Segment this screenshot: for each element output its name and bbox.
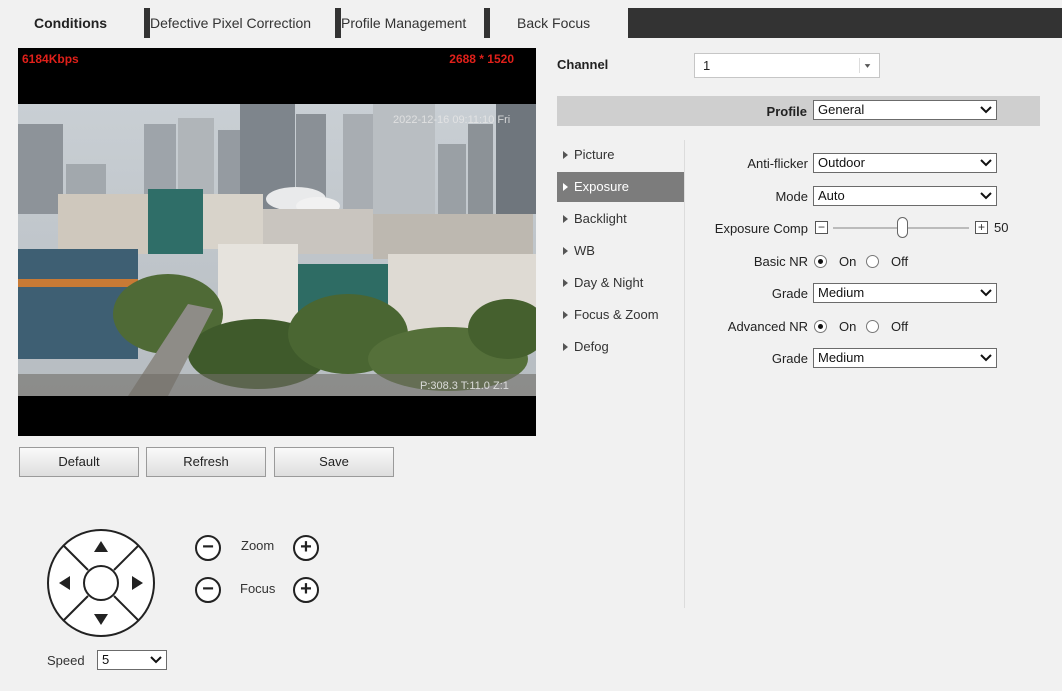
- basic-nr-label: Basic NR: [753, 254, 808, 269]
- menu-item-label: Exposure: [574, 179, 629, 194]
- exposure-comp-slider-thumb[interactable]: [897, 217, 908, 238]
- basic-nr-grade-value: Medium: [818, 285, 865, 300]
- default-button[interactable]: Default: [19, 447, 139, 477]
- chevron-down-icon: [150, 656, 162, 664]
- refresh-button[interactable]: Refresh: [146, 447, 266, 477]
- channel-select-value: 1: [703, 58, 711, 73]
- plus-icon: +: [300, 578, 312, 600]
- zoom-in-button[interactable]: +: [293, 535, 319, 561]
- basic-nr-on-label: On: [839, 254, 857, 269]
- bitrate-overlay: 6184Kbps: [22, 52, 79, 66]
- menu-item-label: Backlight: [574, 211, 627, 226]
- advanced-nr-grade-select[interactable]: Medium: [813, 348, 997, 368]
- timestamp-overlay: 2022-12-16 09:11:10 Fri: [393, 114, 511, 126]
- mode-label: Mode: [775, 189, 808, 204]
- caret-right-icon: [563, 151, 568, 159]
- camera-scene-image: [18, 104, 536, 396]
- speed-select-value: 5: [102, 652, 110, 667]
- menu-item-exposure[interactable]: Exposure: [557, 172, 684, 202]
- grade-label: Grade: [771, 351, 808, 366]
- ptz-direction-pad[interactable]: [46, 528, 156, 638]
- tab-defective-pixel-correction[interactable]: Defective Pixel Correction: [150, 8, 312, 38]
- grade-label: Grade: [771, 286, 808, 301]
- menu-item-defog[interactable]: Defog: [557, 332, 684, 362]
- caret-right-icon: [563, 343, 568, 351]
- advanced-nr-label: Advanced NR: [727, 319, 808, 334]
- profile-label: Profile: [766, 104, 807, 119]
- channel-select[interactable]: 1: [694, 53, 880, 78]
- basic-nr-off-label: Off: [891, 254, 909, 269]
- basic-nr-grade-select[interactable]: Medium: [813, 283, 997, 303]
- anti-flicker-value: Outdoor: [818, 155, 865, 170]
- exposure-comp-minus-button[interactable]: −: [815, 221, 828, 234]
- anti-flicker-label: Anti-flicker: [747, 156, 808, 171]
- tab-bar-filler: [628, 8, 1062, 38]
- exposure-comp-plus-button[interactable]: +: [975, 221, 988, 234]
- menu-item-picture[interactable]: Picture: [557, 140, 684, 170]
- tab-back-focus[interactable]: Back Focus: [490, 8, 628, 38]
- zoom-label: Zoom: [241, 538, 275, 553]
- plus-icon: +: [300, 536, 312, 558]
- focus-far-button[interactable]: +: [293, 577, 319, 603]
- video-preview[interactable]: 6184Kbps 2688 * 1520 2022-12-16 09:11:10…: [18, 48, 536, 436]
- menu-item-label: Picture: [574, 147, 615, 162]
- exposure-comp-value: 50: [994, 220, 1009, 235]
- advanced-nr-on-radio[interactable]: [814, 320, 827, 333]
- mode-select[interactable]: Auto: [813, 186, 997, 206]
- tab-bar: Conditions Defective Pixel Correction Pr…: [0, 0, 1062, 38]
- menu-item-backlight[interactable]: Backlight: [557, 204, 684, 234]
- menu-item-focus-zoom[interactable]: Focus & Zoom: [557, 300, 684, 330]
- ptz-readout-overlay: P:308.3 T:11.0 Z:1: [420, 380, 509, 392]
- caret-right-icon: [563, 183, 568, 191]
- minus-icon: −: [202, 578, 214, 600]
- chevron-down-icon: [980, 289, 992, 297]
- profile-select[interactable]: General: [813, 100, 997, 120]
- basic-nr-on-radio[interactable]: [814, 255, 827, 268]
- chevron-down-icon: [980, 192, 992, 200]
- advanced-nr-off-radio[interactable]: [866, 320, 879, 333]
- menu-item-day-night[interactable]: Day & Night: [557, 268, 684, 298]
- chevron-down-icon: [980, 354, 992, 362]
- advanced-nr-on-label: On: [839, 319, 857, 334]
- speed-select[interactable]: 5: [97, 650, 167, 670]
- menu-item-label: Defog: [574, 339, 609, 354]
- mode-value: Auto: [818, 188, 845, 203]
- caret-right-icon: [563, 215, 568, 223]
- menu-item-wb[interactable]: WB: [557, 236, 684, 266]
- chevron-down-icon: [980, 159, 992, 167]
- advanced-nr-grade-value: Medium: [818, 350, 865, 365]
- speed-label: Speed: [47, 653, 85, 668]
- menu-item-label: WB: [574, 243, 595, 258]
- anti-flicker-select[interactable]: Outdoor: [813, 153, 997, 173]
- caret-right-icon: [563, 247, 568, 255]
- zoom-out-button[interactable]: −: [195, 535, 221, 561]
- caret-down-icon: [859, 58, 871, 73]
- resolution-overlay: 2688 * 1520: [449, 52, 514, 66]
- menu-item-label: Focus & Zoom: [574, 307, 659, 322]
- focus-label: Focus: [240, 581, 276, 596]
- tab-profile-management[interactable]: Profile Management: [341, 8, 467, 38]
- menu-divider: [684, 140, 685, 608]
- minus-icon: −: [202, 536, 214, 558]
- save-button[interactable]: Save: [274, 447, 394, 477]
- menu-item-label: Day & Night: [574, 275, 644, 290]
- advanced-nr-off-label: Off: [891, 319, 909, 334]
- tab-conditions[interactable]: Conditions: [34, 8, 108, 38]
- channel-label: Channel: [557, 57, 609, 72]
- basic-nr-off-radio[interactable]: [866, 255, 879, 268]
- exposure-comp-label: Exposure Comp: [714, 221, 808, 236]
- caret-right-icon: [563, 311, 568, 319]
- caret-right-icon: [563, 279, 568, 287]
- profile-select-value: General: [818, 102, 865, 117]
- chevron-down-icon: [980, 106, 992, 114]
- focus-near-button[interactable]: −: [195, 577, 221, 603]
